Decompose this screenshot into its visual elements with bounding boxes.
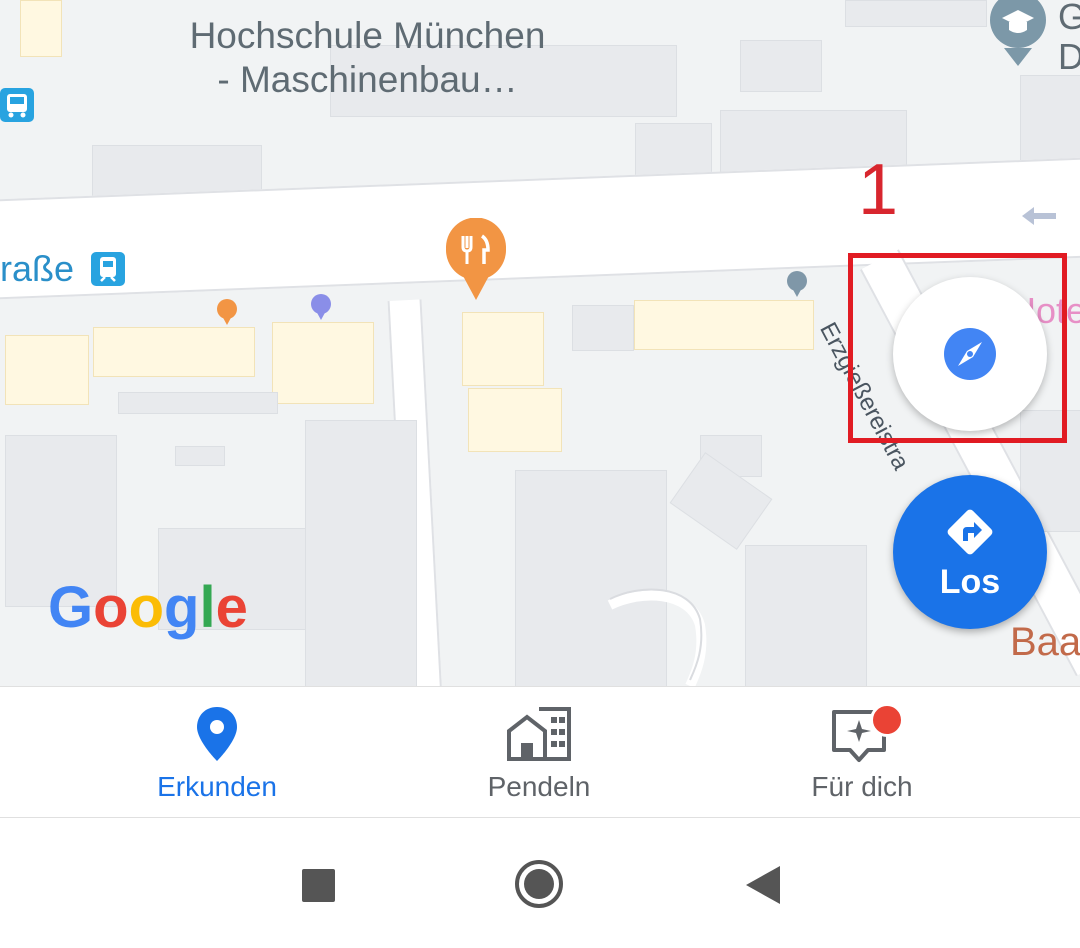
- place-label[interactable]: Hochschule München - Maschinenbau…: [165, 14, 570, 102]
- nav-tab-erkunden-label: Erkunden: [157, 771, 277, 802]
- directions-go-button[interactable]: Los: [893, 475, 1047, 629]
- back-icon[interactable]: [746, 866, 780, 904]
- for-you-sparkle-icon: [830, 703, 904, 765]
- map-building: [1020, 75, 1080, 167]
- system-navigation-bar: [0, 818, 1080, 948]
- nav-tab-pendeln[interactable]: Pendeln: [389, 687, 689, 819]
- map-building: [93, 327, 255, 377]
- google-logo-letter: o: [93, 575, 129, 640]
- poi-dot-icon[interactable]: [310, 293, 332, 321]
- location-pin-icon: [195, 703, 239, 765]
- nav-tab-fuer-dich-label: Für dich: [811, 771, 913, 802]
- google-logo-letter: g: [164, 575, 200, 640]
- map-building: [175, 446, 225, 466]
- commute-buildings-icon: [505, 703, 573, 765]
- map-building: [572, 305, 634, 351]
- poi-label-edge: Baa: [1010, 620, 1080, 664]
- map-building: [634, 300, 814, 350]
- map-building: [740, 40, 822, 92]
- compass-icon: [944, 328, 996, 380]
- one-way-arrow-icon: [1022, 207, 1056, 225]
- poi-label-edge: D: [1058, 36, 1080, 77]
- map-building: [5, 335, 89, 405]
- map-footpath: [607, 588, 707, 686]
- nav-tab-fuer-dich[interactable]: Für dich: [712, 687, 1012, 819]
- google-logo-letter: l: [199, 575, 216, 640]
- street-label: raße: [0, 248, 75, 289]
- google-logo-letter: o: [128, 575, 164, 640]
- map-building: [462, 312, 544, 386]
- google-logo-letter: e: [215, 575, 248, 640]
- map-building: [20, 0, 62, 57]
- compass-button[interactable]: [893, 277, 1047, 431]
- poi-dot-icon[interactable]: [786, 270, 808, 298]
- restaurant-marker-icon[interactable]: [444, 218, 508, 302]
- bottom-navigation: Erkunden Pendeln Für dich: [0, 686, 1080, 818]
- school-marker-icon[interactable]: [988, 0, 1048, 68]
- map-building: [845, 0, 987, 27]
- google-logo-letter: G: [48, 575, 94, 640]
- nav-tab-erkunden[interactable]: Erkunden: [67, 687, 367, 819]
- poi-dot-icon[interactable]: [216, 298, 238, 326]
- map-building: [272, 322, 374, 404]
- directions-icon: [947, 509, 993, 554]
- nav-tab-pendeln-label: Pendeln: [487, 771, 591, 802]
- poi-label-edge: G: [1058, 0, 1080, 37]
- bus-stop-icon[interactable]: [0, 88, 34, 122]
- annotation-number: 1: [858, 150, 899, 230]
- recents-icon[interactable]: [302, 869, 335, 902]
- google-logo: Google: [48, 574, 248, 641]
- notification-dot: [870, 703, 904, 737]
- map-view[interactable]: Hochschule München - Maschinenbau… raße …: [0, 0, 1080, 686]
- map-building: [118, 392, 278, 414]
- home-icon[interactable]: [514, 859, 564, 909]
- place-label-line1: Hochschule München: [189, 15, 546, 56]
- map-building: [468, 388, 562, 452]
- map-building: [305, 420, 417, 686]
- map-building: [745, 545, 867, 686]
- tram-stop-icon[interactable]: [91, 252, 125, 286]
- directions-go-label: Los: [939, 562, 1001, 601]
- place-label-line2: - Maschinenbau…: [217, 59, 518, 100]
